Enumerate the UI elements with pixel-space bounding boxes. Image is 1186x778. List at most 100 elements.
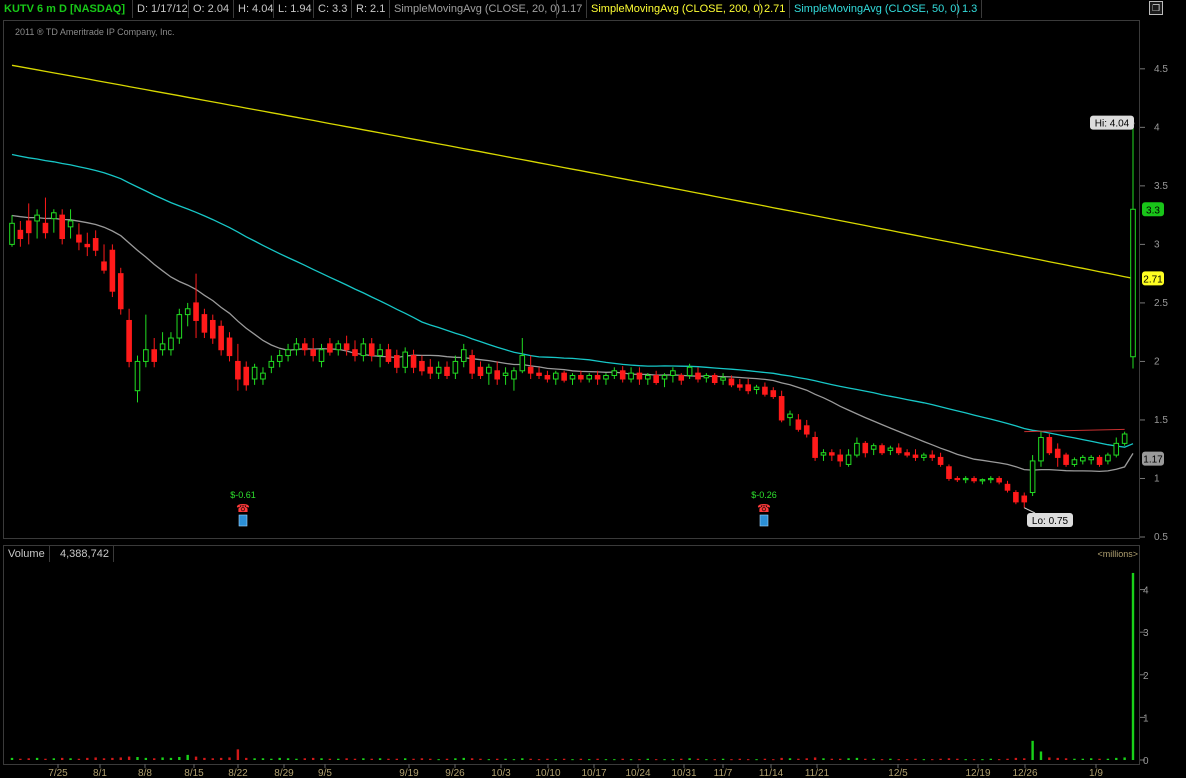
candle <box>176 308 183 344</box>
lo-pointer <box>1024 507 1036 514</box>
candle-body-up <box>1088 456 1094 461</box>
candle <box>59 209 65 245</box>
volume-pane-frame <box>3 545 1140 765</box>
volume-tick-label: 0 <box>1143 756 1149 767</box>
candle <box>34 209 40 239</box>
date-tick-label: 9/19 <box>399 768 419 778</box>
candle <box>628 367 634 383</box>
candle-body-down <box>527 366 534 374</box>
candle <box>76 223 82 251</box>
candle <box>218 320 224 356</box>
candle <box>569 373 576 385</box>
candle-body-up <box>268 360 275 368</box>
candle <box>803 419 810 438</box>
date-tick-label: 10/3 <box>491 768 511 778</box>
candle <box>519 338 526 374</box>
candle-body-down <box>929 454 936 458</box>
candle-body-down <box>619 370 626 380</box>
candle <box>787 410 793 426</box>
candle-body-down <box>971 477 977 482</box>
candle <box>745 378 751 395</box>
candle <box>117 267 124 315</box>
copyright-text: 2011 ® TD Ameritrade IP Company, Inc. <box>15 27 175 37</box>
candle-body-up <box>628 372 634 380</box>
candle-body-down <box>419 360 425 372</box>
candle <box>51 209 57 233</box>
candle <box>1096 455 1103 467</box>
candle-body-up <box>176 314 183 339</box>
candle-body-up <box>1038 437 1044 462</box>
candle <box>486 363 492 385</box>
candle <box>410 349 417 374</box>
date-tick-label: 8/8 <box>138 768 152 778</box>
candle <box>235 343 241 391</box>
candle-body-down <box>235 360 241 380</box>
candle-body-down <box>937 456 944 465</box>
candle <box>904 449 910 458</box>
candle-body-up <box>1113 442 1120 456</box>
candle <box>9 215 15 247</box>
price-chart[interactable]: 2011 ® TD Ameritrade IP Company, Inc. 0.… <box>0 0 1186 541</box>
candle-body-up <box>979 479 986 482</box>
candle <box>703 373 710 383</box>
date-tick-label: 8/22 <box>228 768 248 778</box>
candle <box>301 338 308 356</box>
volume-value: 4,388,742 <box>56 546 114 562</box>
candle-body-down <box>778 396 785 421</box>
candle <box>937 452 944 467</box>
candle-body-down <box>327 343 333 353</box>
candle-body-down <box>394 355 400 368</box>
earnings-doc-icon <box>238 514 248 527</box>
candle <box>251 363 258 385</box>
candle <box>126 308 132 368</box>
candle-body-down <box>695 372 701 380</box>
candle-body-down <box>837 454 844 462</box>
candle-body-up <box>377 349 383 357</box>
candle-body-down <box>996 477 1002 483</box>
volume-title[interactable]: Volume <box>4 546 50 562</box>
candle-body-up <box>552 372 559 380</box>
candle-body-up <box>644 374 651 380</box>
candle <box>193 273 199 339</box>
candle-body-down <box>368 343 375 357</box>
candle-body-down <box>1046 437 1053 454</box>
candle-body-down <box>301 343 308 351</box>
candle <box>1130 122 1136 369</box>
candle-body-down <box>310 349 316 357</box>
candle <box>578 370 584 383</box>
earnings-label: $-0.61 <box>230 490 256 500</box>
candle <box>385 343 392 364</box>
hi-price-label: Hi: 4.04 <box>1095 119 1130 130</box>
candle <box>1080 455 1086 465</box>
candle-body-down <box>201 314 208 333</box>
volume-tick-label: 3 <box>1143 628 1149 639</box>
candle-body-up <box>887 447 894 451</box>
candle-body-down <box>193 302 199 321</box>
candle-body-down <box>1096 456 1103 465</box>
candle-body-up <box>987 477 994 481</box>
candle <box>778 390 785 423</box>
candle <box>435 361 442 379</box>
candle <box>829 449 835 461</box>
price-tick-label: 4.5 <box>1154 64 1168 75</box>
candle-body-up <box>285 349 291 357</box>
candle <box>310 338 316 362</box>
candle <box>895 443 902 456</box>
candle-body-up <box>686 366 693 376</box>
candle-body-down <box>109 249 116 292</box>
price-tag-label: 1.17 <box>1143 455 1163 466</box>
candle <box>527 355 534 379</box>
candle <box>343 335 350 356</box>
candle <box>352 340 358 362</box>
candle <box>753 384 760 395</box>
candle-body-up <box>293 343 300 351</box>
date-tick-label: 12/5 <box>888 768 908 778</box>
candle-body-down <box>17 229 24 240</box>
candle-body-up <box>753 386 760 391</box>
candle-body-up <box>603 374 609 380</box>
date-tick-label: 8/1 <box>93 768 107 778</box>
candle-body-down <box>1013 492 1019 503</box>
candle-body-up <box>452 360 459 374</box>
candle <box>243 361 250 391</box>
sma20-line <box>11 214 1134 473</box>
